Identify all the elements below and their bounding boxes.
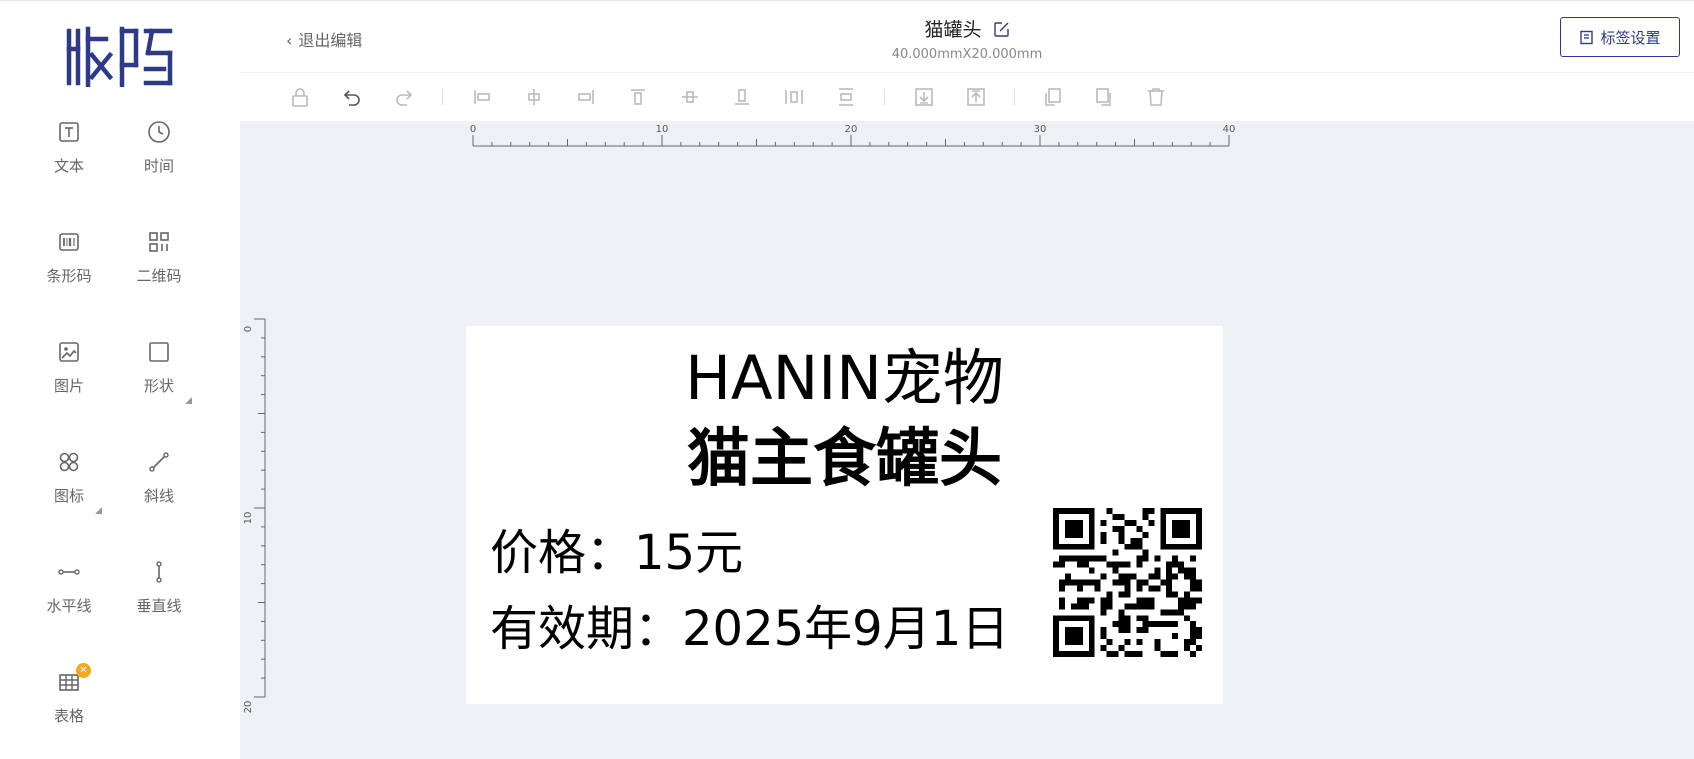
tool-text[interactable]: 文本 xyxy=(24,119,114,199)
distribute-v-icon xyxy=(839,88,853,106)
new-badge-icon: ✕ xyxy=(76,663,91,678)
doc-title-wrap: 猫罐头 xyxy=(240,15,1694,42)
tool-label: 文本 xyxy=(53,157,84,175)
tool-shape[interactable]: 形状 xyxy=(114,339,204,419)
header: ‹ 退出编辑 猫罐头 40.000mmX20.000mm 标签设置 xyxy=(240,0,1694,73)
delete-icon xyxy=(1148,88,1164,106)
tool-image[interactable]: 图片 xyxy=(24,339,114,419)
move-up-button[interactable] xyxy=(964,85,988,109)
app: 文本 时间 条形码 二维码 图片 形状 图标 斜线 水平线 垂直线 ✕ 表格 ‹… xyxy=(0,0,1694,759)
distribute-h-button[interactable] xyxy=(782,85,806,109)
ruler-label: 40 xyxy=(1223,124,1236,135)
label-text-product[interactable]: 猫主食罐头 xyxy=(466,408,1223,499)
horizontal-ruler: 0 10 20 30 40 xyxy=(470,124,1236,147)
tool-time[interactable]: 时间 xyxy=(114,119,204,199)
vertical-ruler: 0 10 20 xyxy=(243,318,266,714)
label-preview[interactable]: HANIN宠物 猫主食罐头 价格：15元 有效期：2025年9月1日 xyxy=(466,326,1223,704)
align-top-button[interactable] xyxy=(626,85,650,109)
paste-button[interactable] xyxy=(1092,85,1116,109)
tool-vertical-line[interactable]: 垂直线 xyxy=(114,559,204,639)
label-qrcode[interactable] xyxy=(1053,508,1202,657)
text-icon xyxy=(59,122,79,142)
tool-label: 斜线 xyxy=(143,487,174,505)
tool-label: 形状 xyxy=(143,377,174,395)
sidebar: 文本 时间 条形码 二维码 图片 形状 图标 斜线 水平线 垂直线 ✕ 表格 xyxy=(0,0,240,759)
align-middle-v-icon xyxy=(682,91,698,103)
qrcode-icon xyxy=(149,232,169,252)
align-right-icon xyxy=(578,90,594,104)
align-bottom-icon xyxy=(735,89,749,105)
ruler-label: 30 xyxy=(1034,124,1047,135)
tool-diagonal-line[interactable]: 斜线 xyxy=(114,449,204,529)
undo-button[interactable] xyxy=(340,85,364,109)
tool-label: 时间 xyxy=(143,157,174,175)
align-bottom-button[interactable] xyxy=(730,85,754,109)
label-text-expiry[interactable]: 有效期：2025年9月1日 xyxy=(490,589,1009,659)
copy-icon xyxy=(1045,88,1061,106)
distribute-h-icon xyxy=(785,90,803,104)
doc-title: 猫罐头 xyxy=(924,19,982,41)
move-down-icon xyxy=(915,88,933,106)
toolbar-divider xyxy=(442,89,443,105)
label-settings-label: 标签设置 xyxy=(1600,28,1661,47)
undo-icon xyxy=(343,90,360,106)
align-center-h-button[interactable] xyxy=(522,85,546,109)
ruler-label: 10 xyxy=(656,124,669,135)
ruler-label: 0 xyxy=(470,124,476,135)
redo-button[interactable] xyxy=(392,85,416,109)
ruler-label: 0 xyxy=(243,326,254,332)
paste-icon xyxy=(1096,88,1111,106)
tool-label: 图标 xyxy=(53,487,84,505)
logo xyxy=(66,26,173,87)
ruler-label: 20 xyxy=(845,124,858,135)
align-middle-v-button[interactable] xyxy=(678,85,702,109)
tool-label: 条形码 xyxy=(46,267,92,285)
align-left-button[interactable] xyxy=(470,85,494,109)
edit-icon[interactable] xyxy=(993,21,1010,38)
label-settings-button[interactable]: 标签设置 xyxy=(1560,17,1680,57)
tool-label: 表格 xyxy=(53,707,84,725)
barcode-icon xyxy=(59,233,79,251)
align-right-button[interactable] xyxy=(574,85,598,109)
delete-button[interactable] xyxy=(1144,85,1168,109)
tool-horizontal-line[interactable]: 水平线 xyxy=(24,559,114,639)
redo-icon xyxy=(396,90,413,106)
align-left-icon xyxy=(474,90,490,104)
lock-icon xyxy=(292,88,308,107)
submenu-indicator-icon xyxy=(185,397,192,404)
tool-table[interactable]: ✕ 表格 xyxy=(24,663,114,749)
ruler-label: 10 xyxy=(243,512,254,525)
submenu-indicator-icon xyxy=(95,507,102,514)
ruler-label: 20 xyxy=(243,701,254,714)
diagonal-line-icon xyxy=(149,452,169,472)
distribute-v-button[interactable] xyxy=(834,85,858,109)
tool-label: 图片 xyxy=(53,377,84,395)
vertical-line-icon xyxy=(156,561,162,583)
move-up-icon xyxy=(967,88,985,106)
lock-button[interactable] xyxy=(288,85,312,109)
tool-barcode[interactable]: 条形码 xyxy=(24,229,114,309)
canvas[interactable]: 0 10 20 30 40 0 10 20 HANIN宠物 猫主食罐头 价格：1… xyxy=(240,121,1694,759)
image-icon xyxy=(59,342,79,362)
tool-icons[interactable]: 图标 xyxy=(24,449,114,529)
horizontal-line-icon xyxy=(58,569,80,575)
label-text-brand[interactable]: HANIN宠物 xyxy=(466,328,1223,417)
settings-doc-icon xyxy=(1580,30,1594,44)
toolbar-divider xyxy=(884,89,885,105)
label-text-price[interactable]: 价格：15元 xyxy=(490,513,743,583)
move-down-button[interactable] xyxy=(912,85,936,109)
copy-button[interactable] xyxy=(1040,85,1064,109)
clock-icon xyxy=(148,121,170,143)
toolbar-divider xyxy=(1014,89,1015,105)
doc-size: 40.000mmX20.000mm xyxy=(891,47,1043,62)
tool-label: 二维码 xyxy=(136,267,182,285)
icons-icon xyxy=(59,452,79,472)
shape-icon xyxy=(149,342,169,362)
tool-label: 水平线 xyxy=(46,597,92,615)
toolbar xyxy=(240,73,1694,121)
align-center-h-icon xyxy=(528,89,540,105)
tool-qrcode[interactable]: 二维码 xyxy=(114,229,204,309)
tool-label: 垂直线 xyxy=(136,597,182,615)
align-top-icon xyxy=(631,89,645,105)
